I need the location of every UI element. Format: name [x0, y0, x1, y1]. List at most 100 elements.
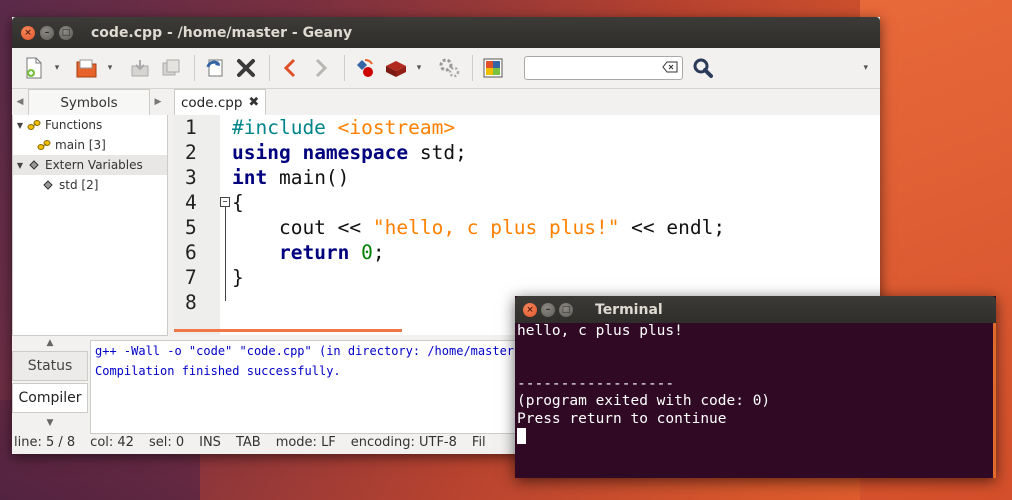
terminal-line: ------------------ [517, 375, 675, 392]
color-chooser-button[interactable] [479, 55, 506, 81]
new-file-icon [26, 57, 41, 79]
save-all-button[interactable] [157, 55, 184, 81]
search-field[interactable] [524, 56, 683, 80]
code-line: } [232, 266, 244, 289]
fold-margin: − [218, 115, 232, 335]
search-input[interactable] [529, 57, 661, 79]
close-file-icon [236, 59, 255, 77]
line-number: 1 [185, 116, 197, 139]
status-sel: sel: 0 [148, 435, 185, 450]
code-line: { [232, 191, 244, 214]
maximize-terminal-button[interactable]: □ [559, 302, 573, 317]
variable-icon [27, 159, 41, 171]
terminal-line: Press return to continue [517, 410, 727, 427]
tree-item-label: std [2] [59, 178, 99, 192]
open-file-dropdown[interactable]: ▾ [104, 63, 116, 73]
geany-titlebar: × – □ code.cpp - /home/master - Geany [12, 17, 880, 48]
terminal-border [993, 323, 996, 478]
line-number: 2 [185, 141, 197, 164]
tree-item-label: main [3] [55, 138, 106, 152]
status-mode: mode: LF [275, 435, 336, 450]
tree-item-functions[interactable]: ▼ Functions [13, 115, 167, 135]
window-title: code.cpp - /home/master - Geany [91, 24, 353, 41]
terminal-cursor [517, 428, 526, 444]
line-number: 7 [185, 266, 197, 289]
message-tabs-scroll-up[interactable]: ▲ [12, 335, 88, 351]
terminal-title: Terminal [595, 301, 663, 318]
terminal-output[interactable]: hello, c plus plus! ------------------ (… [515, 323, 996, 478]
line-number: 4 [185, 191, 197, 214]
variable-icon [41, 179, 55, 191]
clear-search-icon[interactable] [662, 61, 678, 73]
build-icon [385, 61, 406, 77]
tree-item-std[interactable]: std [2] [13, 175, 167, 195]
sidebar: ◀ Symbols ▶ ▼ Functions main [3] ▼ Exter… [12, 88, 168, 336]
toolbar-separator [344, 55, 345, 81]
forward-icon [315, 58, 327, 78]
compile-icon [356, 59, 373, 77]
terminal-window: × – □ Terminal hello, c plus plus! -----… [515, 296, 996, 478]
tab-compiler[interactable]: Compiler [12, 383, 88, 413]
tab-code-cpp[interactable]: code.cpp ✖ [174, 89, 267, 116]
save-button[interactable] [126, 55, 153, 81]
close-tab-icon[interactable]: ✖ [248, 90, 259, 116]
sidebar-scroll-right[interactable]: ▶ [150, 97, 166, 107]
tree-item-main[interactable]: main [3] [13, 135, 167, 155]
close-window-button[interactable]: × [21, 25, 35, 40]
tree-item-label: Functions [45, 118, 103, 132]
message-tabs-scroll-down[interactable]: ▼ [12, 415, 88, 431]
forward-button[interactable] [307, 55, 334, 81]
new-file-button[interactable] [20, 55, 47, 81]
line-number: 5 [185, 216, 197, 239]
status-encoding: encoding: UTF-8 [350, 435, 457, 450]
reload-button[interactable] [201, 55, 228, 81]
tab-label: code.cpp [181, 95, 243, 111]
execute-icon [439, 58, 459, 78]
terminal-window-controls: × – □ [523, 302, 573, 317]
compile-button[interactable] [351, 55, 378, 81]
line-number: 6 [185, 241, 197, 264]
line-number-gutter: 1 2 3 4 5 6 7 8 [174, 115, 220, 335]
status-tab: TAB [235, 435, 261, 450]
function-icon [37, 139, 51, 151]
minimize-terminal-button[interactable]: – [541, 302, 555, 317]
reload-icon [206, 59, 222, 77]
find-button[interactable] [689, 55, 716, 81]
expander-icon[interactable]: ▼ [13, 121, 27, 130]
tab-symbols[interactable]: Symbols [28, 88, 150, 116]
back-button[interactable] [276, 55, 303, 81]
minimize-window-button[interactable]: – [40, 25, 54, 40]
save-all-icon [162, 59, 179, 76]
code-line: #include <iostream> [232, 116, 456, 139]
color-chooser-icon [483, 58, 502, 78]
new-file-dropdown[interactable]: ▾ [51, 63, 63, 73]
code-text: #include <iostream> using namespace std;… [232, 115, 725, 315]
maximize-window-button[interactable]: □ [59, 25, 73, 40]
close-file-button[interactable] [232, 55, 259, 81]
sidebar-scroll-left[interactable]: ◀ [12, 97, 28, 107]
editor-scroll-indicator [174, 329, 402, 332]
close-terminal-button[interactable]: × [523, 302, 537, 317]
symbol-tree: ▼ Functions main [3] ▼ Extern Variables … [12, 115, 168, 336]
build-button[interactable] [382, 55, 409, 81]
line-number: 8 [185, 291, 197, 314]
open-file-icon [76, 59, 96, 78]
line-number: 3 [185, 166, 197, 189]
status-col: col: 42 [90, 435, 134, 450]
terminal-line: (program exited with code: 0) [517, 393, 771, 409]
tree-item-extern-variables[interactable]: ▼ Extern Variables [13, 155, 167, 175]
toolbar-overflow-button[interactable]: ▾ [863, 63, 868, 73]
status-line: line: 5 / 8 [14, 435, 76, 450]
open-file-button[interactable] [73, 55, 100, 81]
function-icon [27, 119, 41, 131]
sidebar-tabs: ◀ Symbols ▶ [12, 88, 168, 116]
build-dropdown[interactable]: ▾ [413, 63, 425, 73]
tab-status[interactable]: Status [12, 351, 88, 381]
execute-button[interactable] [435, 55, 462, 81]
toolbar-separator [472, 55, 473, 81]
expander-icon[interactable]: ▼ [13, 161, 27, 170]
main-toolbar: ▾ ▾ ▾ ▾ [12, 48, 880, 89]
code-line: cout << "hello, c plus plus!" << endl; [232, 216, 726, 239]
